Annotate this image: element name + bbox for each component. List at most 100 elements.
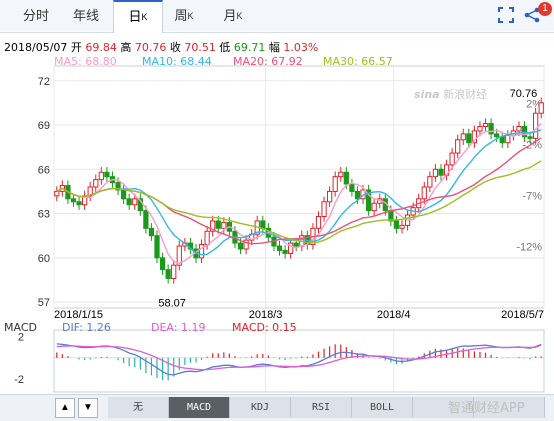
- candle-body: [137, 198, 143, 212]
- candle-body: [54, 190, 60, 197]
- x-tick-label: 2018/3: [249, 309, 283, 321]
- candle-body: [382, 198, 388, 212]
- indicator-none[interactable]: 无: [108, 397, 169, 418]
- high-label: 高: [120, 41, 132, 54]
- candle-body: [132, 198, 138, 206]
- quote-date: 2018/05/07: [4, 41, 68, 54]
- pct-tick-label: -7%: [522, 190, 542, 202]
- candle-body: [527, 136, 533, 139]
- tab-monthly-k[interactable]: 月K: [213, 0, 253, 31]
- y-tick-label: 66: [38, 164, 50, 176]
- candle-body: [410, 207, 416, 216]
- notification-badge: 1: [538, 2, 552, 16]
- tab-yearly[interactable]: 年线: [62, 0, 110, 31]
- indicator-bar: ▲ ▼ 无 MACD KDJ RSI BOLL 智通财经APP: [0, 394, 554, 421]
- candle-body: [176, 245, 182, 266]
- macd-tick-label: -2: [14, 374, 24, 386]
- high-value: 70.76: [134, 41, 167, 54]
- tab-intraday[interactable]: 分时: [14, 0, 58, 31]
- candle-body: [488, 123, 494, 135]
- candle-body: [260, 220, 266, 229]
- sina-watermark: sina 新浪财经: [414, 88, 488, 101]
- candle-body: [421, 186, 427, 200]
- ma20-line: [56, 137, 542, 245]
- candle-body: [499, 136, 505, 144]
- candle-body: [87, 186, 93, 197]
- candle-body: [404, 214, 411, 226]
- candle-body: [171, 264, 177, 279]
- candle-body: [449, 152, 455, 166]
- candle-body: [120, 189, 127, 200]
- low-label: 低: [219, 41, 231, 54]
- candle-body: [93, 179, 99, 188]
- candle-body: [276, 245, 283, 251]
- indicator-rsi[interactable]: RSI: [291, 397, 352, 418]
- candle-body: [365, 189, 372, 212]
- tab-weekly-k[interactable]: 周K: [164, 0, 204, 31]
- candle-body: [293, 242, 299, 247]
- x-tick-label: 2018/1/15: [54, 309, 103, 321]
- close-value: 70.51: [184, 41, 216, 54]
- open-label: 开: [70, 41, 82, 54]
- ma5-line: [56, 123, 542, 265]
- y-tick-label: 69: [38, 120, 50, 132]
- candle-body: [482, 123, 489, 128]
- candle-body: [371, 202, 377, 212]
- candle-body: [315, 216, 322, 229]
- candle-body: [193, 248, 199, 259]
- candle-body: [215, 220, 221, 229]
- candle-body: [310, 227, 316, 246]
- macd-dif-line: [56, 343, 542, 376]
- candle-body: [282, 249, 288, 254]
- candle-body: [288, 242, 294, 254]
- macd-title: MACD: [4, 321, 37, 334]
- candle-body: [477, 126, 483, 132]
- candle-body: [505, 134, 511, 144]
- candle-body: [104, 171, 110, 178]
- candle-body: [299, 235, 305, 247]
- candle-body: [148, 227, 155, 237]
- next-button[interactable]: ▼: [78, 398, 98, 418]
- candle-body: [360, 189, 366, 200]
- candle-body: [271, 236, 277, 247]
- ma10-line: [56, 129, 542, 256]
- candle-body: [343, 171, 349, 185]
- candle-body: [98, 171, 104, 181]
- x-tick-label: 2018/5/7: [501, 309, 544, 321]
- quote-line: 2018/05/07 开 69.84 高 70.76 收 70.51 低 69.…: [4, 39, 318, 55]
- candle-body: [354, 190, 361, 200]
- y-tick-label: 63: [38, 209, 50, 221]
- prev-button[interactable]: ▲: [55, 398, 75, 418]
- candle-body: [254, 220, 260, 235]
- ma10-label: MA10: 68.44: [142, 55, 212, 68]
- candle-body: [443, 164, 450, 176]
- tab-daily-k[interactable]: 日K: [113, 0, 163, 33]
- fullscreen-icon[interactable]: [497, 6, 515, 24]
- candle-body: [466, 133, 472, 144]
- candle-body: [76, 201, 82, 206]
- change-label: 幅: [268, 41, 280, 54]
- indicator-kdj[interactable]: KDJ: [230, 397, 291, 418]
- y-tick-label: 72: [38, 76, 50, 88]
- candle-body: [455, 139, 461, 154]
- macd-value-label: MACD: 0.15: [232, 321, 297, 334]
- candle-body: [521, 126, 528, 138]
- candle-body: [226, 221, 233, 232]
- candle-body: [59, 185, 65, 192]
- candle-body: [265, 227, 271, 238]
- pct-tick-label: 2%: [526, 99, 542, 111]
- macd-frame: [53, 329, 545, 393]
- pct-tick-label: -12%: [516, 241, 542, 253]
- candle-body: [327, 190, 333, 203]
- candle-body: [221, 221, 227, 229]
- macd-dea-line: [56, 344, 542, 371]
- candle-body: [460, 133, 466, 141]
- candle-body: [210, 220, 216, 232]
- ma30-line: [56, 160, 542, 244]
- candle-body: [432, 168, 439, 178]
- indicator-macd[interactable]: MACD: [169, 397, 230, 418]
- change-value: 1.03%: [283, 41, 319, 54]
- indicator-boll[interactable]: BOLL: [352, 397, 413, 418]
- candle-body: [237, 242, 244, 250]
- candle-body: [349, 183, 355, 192]
